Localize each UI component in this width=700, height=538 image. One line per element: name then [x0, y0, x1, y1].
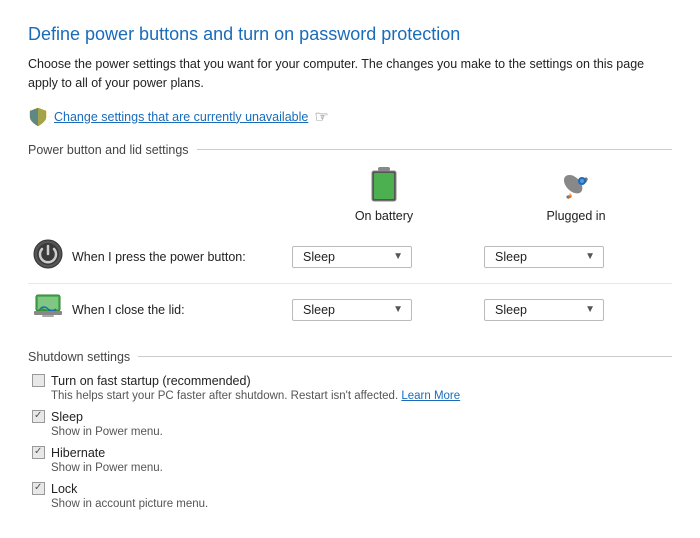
fast-startup-desc: This helps start your PC faster after sh… — [51, 390, 672, 402]
dropdown-arrow-icon: ▼ — [585, 251, 595, 262]
shutdown-items-list: Turn on fast startup (recommended) This … — [32, 374, 672, 510]
section-divider — [197, 149, 672, 150]
page-description: Choose the power settings that you want … — [28, 55, 672, 93]
lid-on-battery-dropdown[interactable]: Sleep ▼ — [292, 299, 412, 321]
hibernate-checkbox[interactable] — [32, 446, 45, 459]
lock-header: Lock — [32, 482, 672, 496]
shutdown-section: Shutdown settings Turn on fast startup (… — [28, 350, 672, 510]
learn-more-link[interactable]: Learn More — [401, 390, 460, 402]
page-title: Define power buttons and turn on passwor… — [28, 24, 672, 45]
power-button-section-label: Power button and lid settings — [28, 143, 197, 157]
table-header-row: On battery — [28, 167, 672, 231]
shutdown-divider — [138, 356, 672, 357]
plugged-in-header: Plugged in — [480, 167, 672, 231]
close-lid-row: When I close the lid: Sleep ▼ Sleep ▼ — [28, 283, 672, 336]
shield-icon — [28, 107, 48, 127]
lid-pluggedin-value: Sleep — [495, 303, 527, 317]
lid-on-battery-value: Sleep — [303, 303, 335, 317]
dropdown-arrow-icon: ▼ — [393, 251, 403, 262]
shutdown-section-header: Shutdown settings — [28, 350, 672, 364]
dropdown-arrow-icon: ▼ — [585, 304, 595, 315]
power-settings-table: On battery — [28, 167, 672, 336]
hibernate-item: Hibernate Show in Power menu. — [32, 446, 672, 474]
hibernate-header: Hibernate — [32, 446, 672, 460]
change-settings-link[interactable]: Change settings that are currently unava… — [54, 110, 308, 124]
on-battery-label: On battery — [355, 209, 413, 223]
lock-item: Lock Show in account picture menu. — [32, 482, 672, 510]
power-button-section-header: Power button and lid settings — [28, 143, 672, 157]
power-button-label: When I press the power button: — [68, 231, 288, 284]
close-lid-label: When I close the lid: — [68, 283, 288, 336]
power-button-on-battery-dropdown[interactable]: Sleep ▼ — [292, 246, 412, 268]
power-button-on-battery-value: Sleep — [303, 250, 335, 264]
sleep-checkbox[interactable] — [32, 410, 45, 423]
power-button-on-battery-cell: Sleep ▼ — [288, 231, 480, 284]
power-button-pluggedin-dropdown[interactable]: Sleep ▼ — [484, 246, 604, 268]
lid-pluggedin-cell: Sleep ▼ — [480, 283, 672, 336]
on-battery-header: On battery — [288, 167, 480, 231]
dropdown-arrow-icon: ▼ — [393, 304, 403, 315]
power-button-pluggedin-value: Sleep — [495, 250, 527, 264]
fast-startup-header: Turn on fast startup (recommended) — [32, 374, 672, 388]
sleep-header: Sleep — [32, 410, 672, 424]
lock-checkbox[interactable] — [32, 482, 45, 495]
change-settings-row[interactable]: Change settings that are currently unava… — [28, 107, 672, 127]
lock-label: Lock — [51, 482, 77, 496]
cursor-icon: ☞ — [314, 107, 328, 127]
fast-startup-label: Turn on fast startup (recommended) — [51, 374, 251, 388]
sleep-item: Sleep Show in Power menu. — [32, 410, 672, 438]
fast-startup-checkbox[interactable] — [32, 374, 45, 387]
pluggedin-icon — [558, 169, 594, 205]
power-button-icon — [32, 238, 64, 270]
battery-icon — [368, 167, 400, 205]
shutdown-section-label: Shutdown settings — [28, 350, 138, 364]
plugged-in-label: Plugged in — [546, 209, 605, 223]
hibernate-label: Hibernate — [51, 446, 105, 460]
sleep-desc: Show in Power menu. — [51, 426, 672, 438]
power-button-row: When I press the power button: Sleep ▼ S… — [28, 231, 672, 284]
lid-icon — [32, 291, 64, 323]
power-button-pluggedin-cell: Sleep ▼ — [480, 231, 672, 284]
lock-desc: Show in account picture menu. — [51, 498, 672, 510]
sleep-label: Sleep — [51, 410, 83, 424]
fast-startup-item: Turn on fast startup (recommended) This … — [32, 374, 672, 402]
lid-on-battery-cell: Sleep ▼ — [288, 283, 480, 336]
lid-pluggedin-dropdown[interactable]: Sleep ▼ — [484, 299, 604, 321]
hibernate-desc: Show in Power menu. — [51, 462, 672, 474]
